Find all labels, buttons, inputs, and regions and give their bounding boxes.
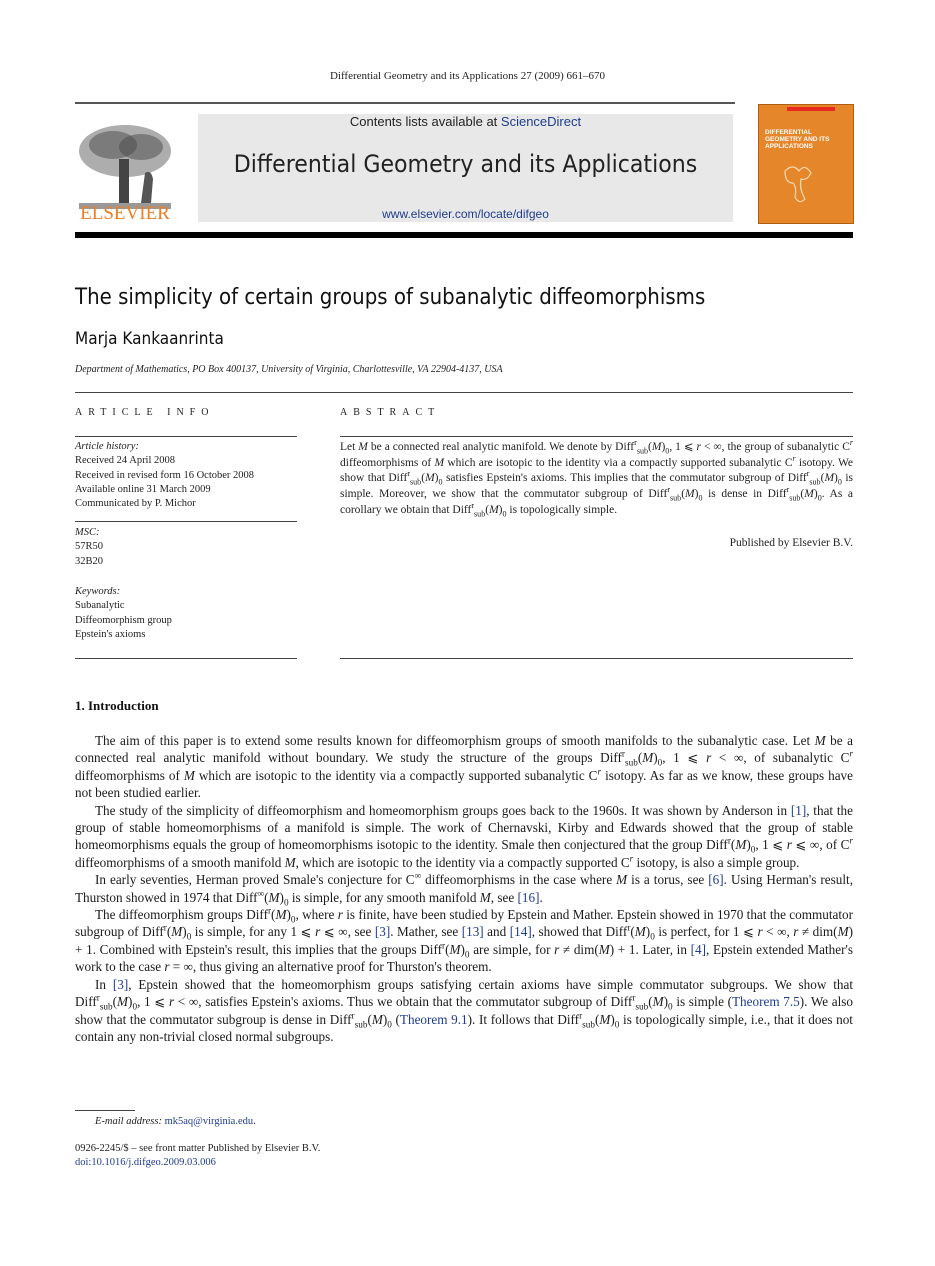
author-affiliation: Department of Mathematics, PO Box 400137… [75, 364, 503, 375]
msc-code: 57R50 [75, 541, 104, 553]
msc-code: 32B20 [75, 555, 104, 567]
article-info-heading: ARTICLE INFO [75, 407, 215, 418]
divider [340, 436, 853, 437]
history-item: Communicated by P. Michor [75, 498, 196, 510]
paragraph: In [3], Epstein showed that the homeomor… [75, 976, 853, 1044]
keyword: Epstein's axioms [75, 628, 146, 640]
article-history: Article history: Received 24 April 2008 … [75, 440, 254, 511]
paragraph: The aim of this paper is to extend some … [75, 733, 853, 801]
footnote-rule [75, 1110, 135, 1111]
paragraph: The study of the simplicity of diffeomor… [75, 802, 853, 870]
citation-link[interactable]: [3] [375, 924, 390, 939]
citation-link[interactable]: [1] [791, 803, 806, 818]
elsevier-wordmark: ELSEVIER [80, 203, 170, 224]
abstract-heading: ABSTRACT [340, 407, 441, 418]
doi-link[interactable]: doi:10.1016/j.difgeo.2009.03.006 [75, 1157, 216, 1168]
divider [75, 658, 297, 659]
section-heading: 1. Introduction [75, 698, 159, 713]
issn-line: 0926-2245/$ – see front matter Published… [75, 1143, 321, 1154]
divider [340, 658, 853, 659]
citation-link[interactable]: [14] [510, 924, 532, 939]
journal-banner: Contents lists available at ScienceDirec… [198, 114, 733, 222]
journal-cover-image: DIFFERENTIAL GEOMETRY AND ITS APPLICATIO… [758, 104, 854, 224]
contents-line: Contents lists available at ScienceDirec… [349, 114, 582, 129]
history-item: Received in revised form 16 October 2008 [75, 469, 255, 481]
keyword: Diffeomorphism group [75, 614, 172, 626]
email-link[interactable]: mk5aq@virginia.edu [165, 1116, 254, 1127]
citation-link[interactable]: [13] [462, 924, 484, 939]
citation-link[interactable]: [4] [691, 942, 706, 957]
sciencedirect-link[interactable]: ScienceDirect [501, 114, 581, 129]
author-name: Marja Kankaanrinta [75, 329, 224, 349]
citation-link[interactable]: [3] [113, 977, 128, 992]
header-thick-rule [75, 232, 853, 238]
article-title: The simplicity of certain groups of suba… [75, 285, 706, 310]
header-rule [75, 102, 735, 104]
abstract-publisher-line: Published by Elsevier B.V. [729, 537, 853, 549]
history-item: Available online 31 March 2009 [75, 483, 211, 495]
theorem-link[interactable]: Theorem 7.5 [732, 994, 800, 1009]
divider [75, 436, 297, 437]
introduction-body: The aim of this paper is to extend some … [75, 732, 853, 1045]
citation-link[interactable]: [16] [518, 890, 540, 905]
abstract-text: Let M be a connected real analytic manif… [340, 438, 854, 519]
paragraph: In early seventies, Herman proved Smale'… [75, 870, 853, 908]
msc-codes: MSC: 57R50 32B20 [75, 526, 103, 569]
theorem-link[interactable]: Theorem 9.1 [400, 1012, 468, 1027]
journal-url-link[interactable]: www.elsevier.com/locate/difgeo [198, 207, 733, 221]
cover-red-bar [787, 107, 835, 111]
divider [75, 521, 297, 522]
journal-title: Differential Geometry and its Applicatio… [233, 150, 698, 178]
divider [75, 392, 853, 393]
history-item: Received 24 April 2008 [75, 455, 176, 467]
paragraph: The diffeomorphism groups Diffr(M)0, whe… [75, 905, 854, 975]
cover-illustration-icon [784, 166, 812, 203]
citation-link[interactable]: [6] [708, 872, 723, 887]
running-head: Differential Geometry and its Applicatio… [329, 70, 606, 82]
cover-title: DIFFERENTIAL GEOMETRY AND ITS APPLICATIO… [765, 129, 830, 150]
keyword: Subanalytic [75, 600, 125, 612]
footnote-email: E-mail address: mk5aq@virginia.edu. [95, 1116, 256, 1127]
keywords: Keywords: Subanalytic Diffeomorphism gro… [75, 585, 172, 642]
